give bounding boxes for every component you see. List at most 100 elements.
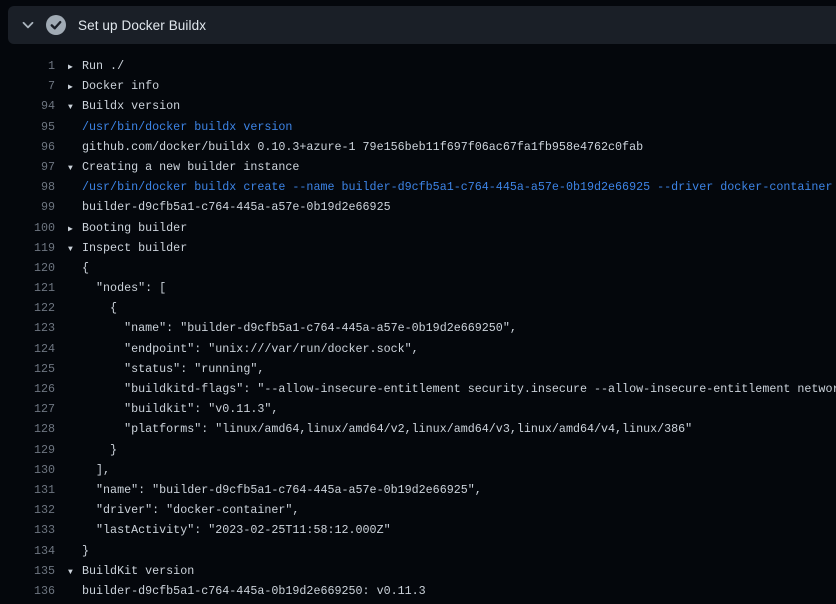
line-number-link[interactable]: 96 <box>0 137 55 157</box>
log-group-label: Booting builder <box>82 221 187 235</box>
log-line: 131 "name": "builder-d9cfb5a1-c764-445a-… <box>0 480 836 500</box>
log-group-label: Inspect builder <box>82 241 187 255</box>
line-number-link[interactable]: 94 <box>0 96 55 116</box>
log-lines: 1▶Run ./7▶Docker info94▼Buildx version95… <box>0 56 836 601</box>
log-line: 126 "buildkitd-flags": "--allow-insecure… <box>0 379 836 399</box>
log-output-text: "platforms": "linux/amd64,linux/amd64/v2… <box>68 419 692 439</box>
line-number-link[interactable]: 120 <box>0 258 55 278</box>
log-group-label: Docker info <box>82 79 159 93</box>
log-output-text: "buildkit": "v0.11.3", <box>68 399 278 419</box>
log-output-text: "name": "builder-d9cfb5a1-c764-445a-a57e… <box>68 318 517 338</box>
log-line: 97 ▼Creating a new builder instance <box>0 157 836 177</box>
log-line: 134} <box>0 541 836 561</box>
log-group-label: Creating a new builder instance <box>82 160 299 174</box>
line-number-link[interactable]: 123 <box>0 318 55 338</box>
log-line: 130 ], <box>0 460 836 480</box>
triangle-down-icon: ▼ <box>68 563 82 581</box>
line-number-link[interactable]: 135 <box>0 561 55 581</box>
log-output-text: "status": "running", <box>68 359 264 379</box>
log-command-text: /usr/bin/docker buildx version <box>68 117 292 137</box>
log-output-text: "lastActivity": "2023-02-25T11:58:12.000… <box>68 520 391 540</box>
log-line: 124 "endpoint": "unix:///var/run/docker.… <box>0 339 836 359</box>
log-group-label: Buildx version <box>82 99 180 113</box>
check-circle-icon <box>46 15 66 35</box>
log-group-toggle[interactable]: ▶Docker info <box>68 76 159 96</box>
log-line: 129 } <box>0 440 836 460</box>
log-line: 96 github.com/docker/buildx 0.10.3+azure-… <box>0 137 836 157</box>
log-output-text: "nodes": [ <box>68 278 166 298</box>
line-number-link[interactable]: 95 <box>0 117 55 137</box>
line-number-link[interactable]: 130 <box>0 460 55 480</box>
line-number-link[interactable]: 124 <box>0 339 55 359</box>
line-number-link[interactable]: 1 <box>0 56 55 76</box>
log-output-text: ], <box>68 460 110 480</box>
log-output-text: builder-d9cfb5a1-c764-445a-0b19d2e669250… <box>68 581 426 601</box>
triangle-right-icon: ▶ <box>68 220 82 238</box>
log-group-label: BuildKit version <box>82 564 194 578</box>
step-header[interactable]: Set up Docker Buildx <box>8 6 836 44</box>
log-line: 98/usr/bin/docker buildx create --name b… <box>0 177 836 197</box>
triangle-down-icon: ▼ <box>68 159 82 177</box>
line-number-link[interactable]: 98 <box>0 177 55 197</box>
step-title: Set up Docker Buildx <box>78 18 206 33</box>
line-number-link[interactable]: 134 <box>0 541 55 561</box>
log-line: 132 "driver": "docker-container", <box>0 500 836 520</box>
log-line: 123 "name": "builder-d9cfb5a1-c764-445a-… <box>0 318 836 338</box>
line-number-link[interactable]: 122 <box>0 298 55 318</box>
log-group-toggle[interactable]: ▼Buildx version <box>68 96 180 116</box>
log-line: 122 { <box>0 298 836 318</box>
line-number-link[interactable]: 127 <box>0 399 55 419</box>
log-output-text: "endpoint": "unix:///var/run/docker.sock… <box>68 339 419 359</box>
log-line: 119 ▼Inspect builder <box>0 238 836 258</box>
log-group-toggle[interactable]: ▼BuildKit version <box>68 561 194 581</box>
chevron-down-icon[interactable] <box>20 17 36 33</box>
log-output-text: { <box>68 298 117 318</box>
line-number-link[interactable]: 7 <box>0 76 55 96</box>
log-output-text: } <box>68 541 89 561</box>
log-line: 7 ▶Docker info <box>0 76 836 96</box>
log-line: 120 { <box>0 258 836 278</box>
line-number-link[interactable]: 119 <box>0 238 55 258</box>
line-number-link[interactable]: 133 <box>0 520 55 540</box>
log-output-text: builder-d9cfb5a1-c764-445a-a57e-0b19d2e6… <box>68 197 391 217</box>
log-output-text: "name": "builder-d9cfb5a1-c764-445a-a57e… <box>68 480 482 500</box>
line-number-link[interactable]: 128 <box>0 419 55 439</box>
line-number-link[interactable]: 125 <box>0 359 55 379</box>
line-number-link[interactable]: 121 <box>0 278 55 298</box>
log-line: 100 ▶Booting builder <box>0 218 836 238</box>
line-number-link[interactable]: 129 <box>0 440 55 460</box>
log-line: 133 "lastActivity": "2023-02-25T11:58:12… <box>0 520 836 540</box>
triangle-down-icon: ▼ <box>68 98 82 116</box>
log-group-label: Run ./ <box>82 59 124 73</box>
log-line: 125 "status": "running", <box>0 359 836 379</box>
line-number-link[interactable]: 136 <box>0 581 55 601</box>
log-line: 95/usr/bin/docker buildx version <box>0 117 836 137</box>
triangle-down-icon: ▼ <box>68 240 82 258</box>
log-output-text: "buildkitd-flags": "--allow-insecure-ent… <box>68 379 836 399</box>
log-group-toggle[interactable]: ▶Run ./ <box>68 56 124 76</box>
log-command-text: /usr/bin/docker buildx create --name bui… <box>68 177 832 197</box>
log-group-toggle[interactable]: ▼Inspect builder <box>68 238 187 258</box>
log-output-text: { <box>68 258 89 278</box>
log-line: 99 builder-d9cfb5a1-c764-445a-a57e-0b19d2… <box>0 197 836 217</box>
triangle-right-icon: ▶ <box>68 58 82 76</box>
triangle-right-icon: ▶ <box>68 78 82 96</box>
line-number-link[interactable]: 97 <box>0 157 55 177</box>
log-line: 128 "platforms": "linux/amd64,linux/amd6… <box>0 419 836 439</box>
log-output-text: github.com/docker/buildx 0.10.3+azure-1 … <box>68 137 643 157</box>
log-line: 121 "nodes": [ <box>0 278 836 298</box>
line-number-link[interactable]: 99 <box>0 197 55 217</box>
log-line: 1 ▶Run ./ <box>0 56 836 76</box>
log-group-toggle[interactable]: ▶Booting builder <box>68 218 187 238</box>
line-number-link[interactable]: 126 <box>0 379 55 399</box>
log-line: 135 ▼BuildKit version <box>0 561 836 581</box>
line-number-link[interactable]: 132 <box>0 500 55 520</box>
line-number-link[interactable]: 131 <box>0 480 55 500</box>
line-number-link[interactable]: 100 <box>0 218 55 238</box>
log-line: 127 "buildkit": "v0.11.3", <box>0 399 836 419</box>
log-line: 136 builder-d9cfb5a1-c764-445a-0b19d2e669… <box>0 581 836 601</box>
log-output-text: "driver": "docker-container", <box>68 500 299 520</box>
log-group-toggle[interactable]: ▼Creating a new builder instance <box>68 157 299 177</box>
log-line: 94 ▼Buildx version <box>0 96 836 116</box>
log-output-text: } <box>68 440 117 460</box>
